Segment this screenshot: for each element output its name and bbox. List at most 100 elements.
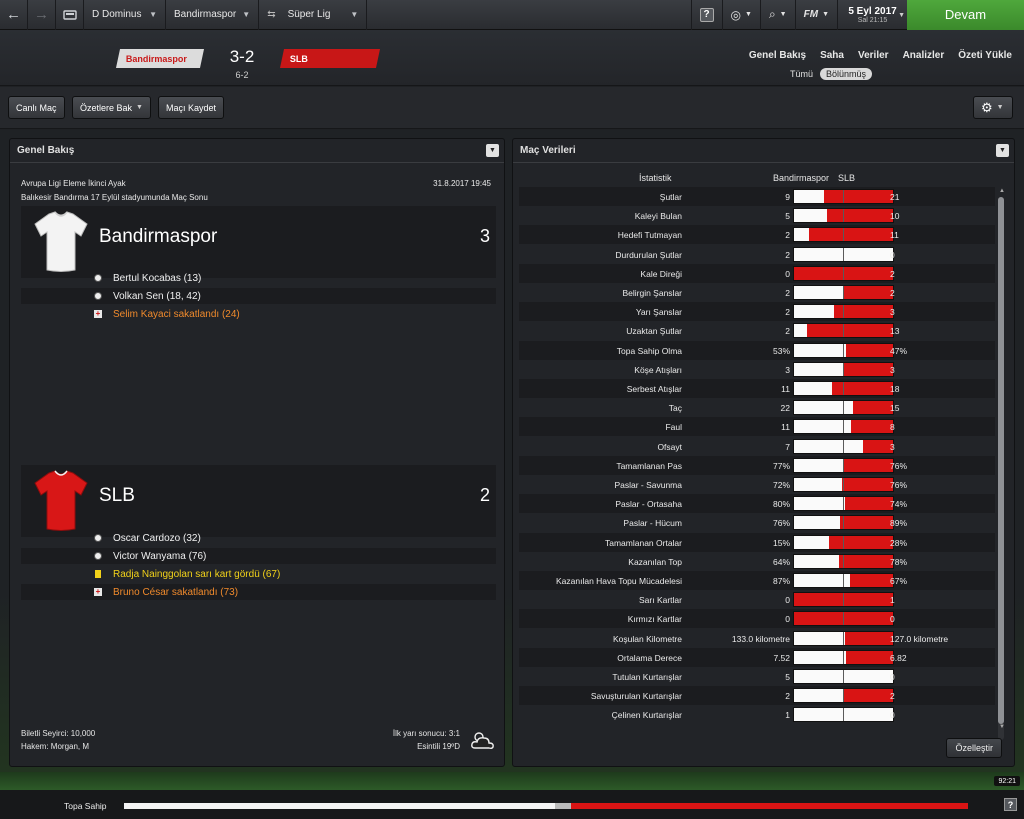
- stat-home-value: 64%: [772, 556, 790, 567]
- away-event-text[interactable]: Oscar Cardozo (32): [113, 533, 201, 544]
- stat-away-value: 89%: [890, 518, 908, 529]
- home-event-text[interactable]: Selim Kayaci sakatlandı (24): [113, 309, 240, 320]
- stat-label: Durdurulan Şutlar: [615, 249, 682, 260]
- stat-home-value: 0: [785, 268, 790, 279]
- stat-home-value: 53%: [772, 345, 790, 356]
- stat-bar-midline: [843, 516, 844, 530]
- stat-bar-midline: [843, 401, 844, 415]
- away-event-text[interactable]: Bruno César sakatlandı (73): [113, 587, 238, 598]
- stat-row: Faul 11 8: [519, 417, 995, 437]
- stat-away-value: 13: [890, 326, 900, 337]
- stat-row: Paslar - Savunma 72% 76%: [519, 475, 995, 494]
- stat-comparison-bar: [793, 630, 894, 646]
- globe-menu-button[interactable]: ◎ ▼: [721, 0, 760, 30]
- away-event-text[interactable]: Radja Nainggolan sarı kart gördü (67): [113, 569, 280, 580]
- subtab-split[interactable]: Bölünmüş: [820, 68, 873, 80]
- scrollbar-thumb[interactable]: [998, 197, 1004, 724]
- stat-row: Ortalama Derece 7.52 6.82: [519, 647, 995, 667]
- breadcrumb-manager[interactable]: D Dominus ▼: [84, 0, 166, 30]
- stat-bar-midline: [843, 535, 844, 549]
- tab-pitch[interactable]: Saha: [820, 50, 844, 61]
- stat-bar-midline: [843, 689, 844, 703]
- home-event-text[interactable]: Volkan Sen (18, 42): [113, 291, 201, 302]
- stats-scrollbar[interactable]: [998, 197, 1004, 740]
- possession-home-fill: [124, 803, 556, 809]
- home-icon[interactable]: [56, 0, 84, 30]
- home-team-name[interactable]: Bandirmaspor: [99, 226, 217, 248]
- stat-label: Köşe Atışları: [634, 364, 682, 375]
- breadcrumb-club[interactable]: Bandirmaspor ▼: [166, 0, 260, 30]
- chevron-down-icon: ▼: [996, 104, 1004, 111]
- fm-logo: FM: [803, 9, 819, 20]
- stat-home-fill: [794, 554, 839, 568]
- stat-home-value: 11: [781, 384, 790, 394]
- stat-bar-midline: [843, 650, 844, 664]
- back-arrow-icon[interactable]: ←: [0, 0, 28, 30]
- help-button[interactable]: ?: [690, 0, 722, 30]
- stat-bar-midline: [843, 631, 844, 645]
- stat-home-value: 7: [785, 441, 790, 452]
- customize-button[interactable]: Özelleştir: [946, 738, 1002, 758]
- stat-home-value: 11: [781, 422, 790, 433]
- search-menu-button[interactable]: ⌕ ▼: [759, 0, 795, 30]
- stat-home-fill: [794, 401, 853, 415]
- match-timer: 92:21: [994, 776, 1020, 786]
- stat-bar-midline: [843, 708, 844, 722]
- away-team-name[interactable]: SLB: [99, 485, 135, 507]
- stat-label: Savuşturulan Kurtarışlar: [590, 691, 682, 702]
- tab-overview[interactable]: Genel Bakış: [749, 50, 806, 61]
- match-header: Bandirmaspor 3-2 6-2 SLB Genel Bakış Sah…: [0, 30, 1024, 86]
- away-event-text[interactable]: Victor Wanyama (76): [113, 551, 206, 562]
- settings-menu-button[interactable]: ⚙ ▼: [973, 96, 1013, 119]
- stat-row: Ofsayt 7 3: [519, 437, 995, 456]
- scroll-down-arrow-icon[interactable]: ▼: [999, 724, 1005, 730]
- football-icon: [94, 292, 102, 300]
- home-column-header: Bandirmaspor: [773, 173, 830, 183]
- panel-menu-dropdown[interactable]: ▼: [996, 144, 1009, 157]
- stat-row: Şutlar 9 21: [519, 187, 995, 206]
- stat-away-value: 76%: [890, 460, 908, 471]
- stat-row: Kaleyi Bulan 5 10: [519, 206, 995, 225]
- away-team-badge[interactable]: SLB: [279, 49, 381, 68]
- stat-label: Ortalama Derece: [617, 652, 682, 663]
- subtab-all[interactable]: Tümü: [787, 68, 816, 80]
- help-icon[interactable]: ?: [1004, 798, 1017, 811]
- date-display[interactable]: 5 Eyl 2017 Sal 21:15 ▼: [837, 0, 907, 30]
- forward-arrow-icon[interactable]: →: [28, 0, 56, 30]
- live-match-button[interactable]: Canlı Maç: [8, 96, 65, 119]
- help-icon: ?: [699, 7, 714, 22]
- save-match-button[interactable]: Maçı Kaydet: [158, 96, 225, 119]
- stat-bar-midline: [843, 420, 844, 434]
- stat-row: Kazanılan Hava Topu Mücadelesi 87% 67%: [519, 571, 995, 590]
- tab-stats[interactable]: Veriler: [858, 50, 889, 61]
- stat-row: Uzaktan Şutlar 2 13: [519, 321, 995, 340]
- possession-label: Topa Sahip: [64, 801, 107, 811]
- stat-comparison-bar: [793, 246, 894, 262]
- stat-home-value: 1: [785, 710, 790, 721]
- stat-away-value: 78%: [890, 556, 908, 567]
- fm-menu-button[interactable]: FM ▼: [794, 0, 837, 30]
- tab-analysis[interactable]: Analizler: [903, 50, 945, 61]
- stat-comparison-bar: [793, 285, 894, 300]
- stat-row: Çelinen Kurtarışlar 1 0: [519, 705, 995, 724]
- chevron-down-icon: ▼: [149, 10, 157, 19]
- stat-away-value: 2: [890, 691, 895, 702]
- football-icon: [94, 274, 102, 282]
- panel-menu-dropdown[interactable]: ▼: [486, 144, 499, 157]
- stat-away-value: 11: [890, 230, 899, 241]
- home-team-badge[interactable]: Bandirmaspor: [115, 49, 205, 68]
- stat-row: Belirgin Şanslar 2 2: [519, 283, 995, 302]
- stat-away-value: 0: [890, 249, 895, 260]
- breadcrumb-competition[interactable]: ⇆ Süper Lig ▼: [259, 0, 368, 30]
- stat-home-fill: [794, 574, 850, 587]
- stat-label: Paslar - Hücum: [623, 518, 682, 529]
- continue-button[interactable]: Devam: [907, 0, 1024, 30]
- scroll-up-arrow-icon[interactable]: ▲: [999, 188, 1005, 194]
- tab-upload-highlights[interactable]: Özeti Yükle: [958, 50, 1012, 61]
- stat-bar-midline: [843, 209, 844, 223]
- away-team-block: SLB 2: [21, 465, 496, 537]
- stat-bar-midline: [843, 228, 844, 242]
- home-event-text[interactable]: Bertul Kocabas (13): [113, 273, 201, 284]
- view-highlights-button[interactable]: Özetlere Bak ▼: [72, 96, 151, 119]
- stat-home-value: 87%: [772, 576, 790, 586]
